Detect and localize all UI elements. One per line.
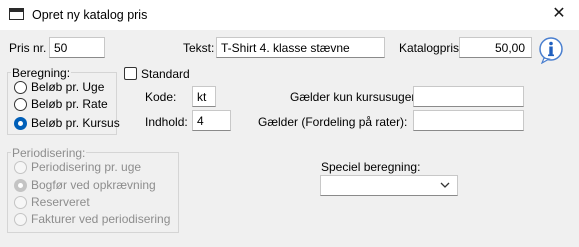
radio-button — [14, 196, 27, 209]
chevron-down-icon — [440, 182, 450, 188]
beregning-group-title: Beregning: — [11, 66, 72, 80]
info-icon[interactable] — [538, 37, 565, 64]
close-button[interactable]: ✕ — [539, 0, 579, 30]
katalogpris-input[interactable]: 50,00 — [459, 37, 532, 58]
radio-button-selected — [14, 179, 27, 192]
pris-nr-input[interactable]: 50 — [49, 37, 105, 58]
radio-label: Fakturer ved periodisering — [31, 212, 171, 226]
standard-checkbox[interactable] — [124, 67, 137, 80]
radio-button — [14, 213, 27, 226]
indhold-input[interactable]: 4 — [192, 110, 231, 131]
speciel-beregning-select[interactable] — [320, 175, 458, 196]
close-icon: ✕ — [552, 5, 566, 22]
radio-label: Reserveret — [31, 195, 90, 209]
katalogpris-label: Katalogpris: — [399, 41, 463, 55]
radio-button-selected[interactable] — [14, 117, 27, 130]
periodisering-group-title: Periodisering: — [11, 146, 87, 160]
fordeling-input[interactable] — [413, 110, 524, 131]
radio-button — [14, 161, 27, 174]
radio-label: Beløb pr. Rate — [31, 97, 108, 111]
kode-label: Kode: — [145, 90, 177, 104]
kursusuger-label: Gælder kun kursusuger: — [290, 90, 419, 104]
standard-checkbox-label: Standard — [141, 67, 190, 81]
window-title: Opret ny katalog pris — [32, 8, 148, 22]
title-bar: Opret ny katalog pris ✕ — [0, 0, 579, 30]
radio-button[interactable] — [14, 98, 27, 111]
radio-label: Beløb pr. Uge — [31, 80, 105, 94]
tekst-label: Tekst: — [183, 41, 215, 55]
speciel-beregning-label: Speciel beregning: — [321, 160, 421, 174]
tekst-input[interactable]: T-Shirt 4. klasse stævne — [216, 37, 385, 58]
kode-input[interactable]: kt — [192, 86, 216, 107]
radio-button[interactable] — [14, 81, 27, 94]
indhold-label: Indhold: — [145, 115, 188, 129]
pris-nr-label: Pris nr. — [9, 41, 47, 55]
fordeling-label: Gælder (Fordeling på rater): — [258, 115, 408, 129]
kursusuger-input[interactable] — [413, 86, 524, 107]
window-icon — [9, 8, 24, 20]
radio-label: Beløb pr. Kursus — [31, 116, 120, 130]
radio-label: Bogfør ved opkrævning — [31, 178, 156, 192]
radio-label: Periodisering pr. uge — [31, 160, 142, 174]
